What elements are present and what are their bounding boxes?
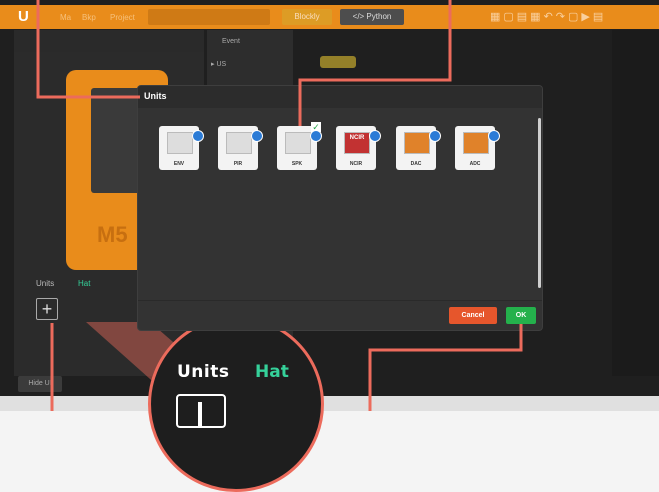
dac-unit-icon	[404, 132, 430, 154]
info-icon[interactable]	[251, 130, 263, 142]
callout-units-label: Units	[177, 362, 230, 382]
unit-dac[interactable]: DAC	[396, 126, 441, 170]
ncir-unit-icon: NCIR	[344, 132, 370, 154]
unit-spk[interactable]: ✓ SPK	[277, 122, 322, 170]
pir-unit-icon	[226, 132, 252, 154]
callout-magnifier	[148, 316, 324, 492]
adc-unit-icon	[463, 132, 489, 154]
info-icon[interactable]	[369, 130, 381, 142]
dialog-scrollbar[interactable]	[538, 118, 541, 288]
info-icon[interactable]	[192, 130, 204, 142]
unit-ncir[interactable]: NCIR NCIR	[336, 126, 381, 170]
info-icon[interactable]	[488, 130, 500, 142]
ok-button[interactable]: OK	[506, 307, 536, 324]
spk-unit-icon	[285, 132, 311, 154]
unit-pir[interactable]: PIR	[218, 126, 263, 170]
callout-plus-icon	[176, 394, 226, 428]
unit-adc[interactable]: ADC	[455, 126, 500, 170]
units-dialog	[138, 86, 542, 330]
cancel-button[interactable]: Cancel	[449, 307, 497, 324]
unit-env[interactable]: ENV	[159, 126, 204, 170]
info-icon[interactable]	[310, 130, 322, 142]
dialog-header	[138, 86, 542, 108]
info-icon[interactable]	[429, 130, 441, 142]
callout-hat-label: Hat	[255, 362, 289, 382]
dialog-title: Units	[144, 91, 167, 101]
env-unit-icon	[167, 132, 193, 154]
